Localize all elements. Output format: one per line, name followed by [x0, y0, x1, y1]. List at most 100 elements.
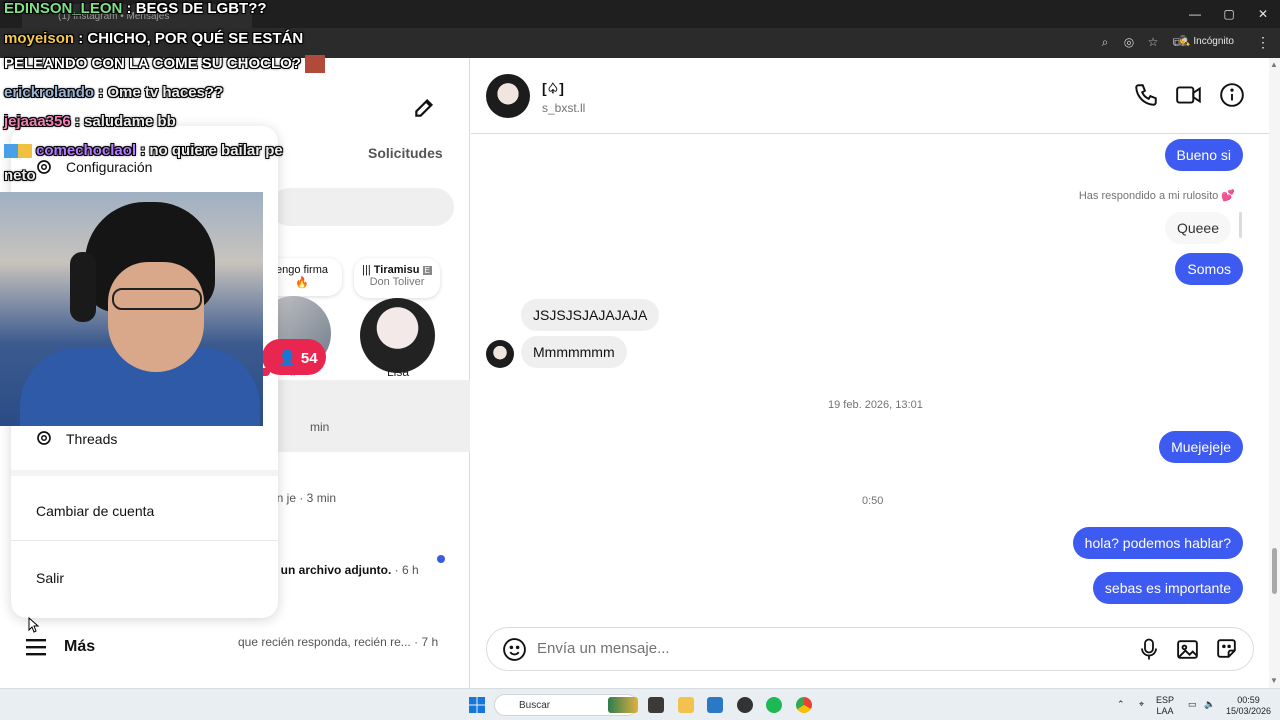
webcam-headset — [70, 252, 96, 322]
video-icon[interactable] — [1175, 82, 1203, 108]
viewer-count-badge: 👤 54 — [262, 339, 326, 375]
stream-chat-line: PELEANDO CON LA COME SU CHOCLO? — [4, 55, 326, 74]
taskbar: Buscar ⌃ ⌖ ESP LAA ▭ 🔈 00:59 15/03/2026 — [0, 688, 1280, 720]
more-button[interactable]: Más — [24, 636, 95, 658]
network-icon[interactable]: ▭ — [1188, 699, 1197, 710]
row-preview: que recién responda, recién re... — [238, 635, 411, 649]
file-explorer-icon[interactable] — [678, 697, 694, 713]
song-title: Tiramisu — [373, 264, 420, 276]
threads-icon — [37, 431, 51, 445]
message-bubble-reply[interactable]: Queee — [1164, 212, 1231, 244]
maximize-icon[interactable]: ▢ — [1212, 0, 1246, 28]
song-artist: Don Toliver — [369, 276, 425, 288]
scrollbar-thumb[interactable] — [1272, 548, 1277, 594]
settings-gear-icon — [37, 160, 51, 174]
viewer-count: 54 — [300, 350, 318, 367]
chat-username: moyeison — [4, 30, 75, 47]
menu-divider — [11, 470, 278, 476]
eye-off-icon[interactable]: ◎ — [1122, 35, 1136, 50]
message-bubble-out[interactable]: Bueno si — [1164, 139, 1243, 171]
volume-icon[interactable]: 🔈 — [1204, 699, 1215, 710]
compose-icon[interactable] — [412, 94, 438, 120]
conversation-row[interactable]: que recién responda, recién re... · 7 h — [238, 635, 438, 649]
chat-username: EDINSON_LEON — [4, 0, 123, 17]
spotify-icon[interactable] — [766, 697, 782, 713]
browser-menu-icon[interactable]: ⋮ — [1256, 34, 1270, 51]
scrollbar[interactable]: ▲ ▼ — [1269, 58, 1280, 688]
info-icon[interactable] — [1219, 82, 1245, 108]
menu-item-settings[interactable]: Configuración — [66, 159, 152, 175]
crown-icon — [18, 144, 32, 159]
scroll-down-icon[interactable]: ▼ — [1270, 676, 1278, 685]
message-bubble-out[interactable]: sebas es importante — [1092, 572, 1243, 604]
note-emoji: 🔥 — [295, 277, 309, 289]
phone-icon[interactable] — [1133, 82, 1159, 108]
task-view-icon[interactable] — [648, 697, 664, 713]
reply-meta: Has respondido a mi rulosito 💕 — [1078, 190, 1235, 202]
user-icon: 👤 — [278, 350, 297, 367]
clock-date: 15/03/2026 — [1226, 706, 1272, 716]
row-preview: o un archivo adjunto. — [270, 563, 392, 577]
weather-widget-icon[interactable] — [608, 697, 638, 713]
language-indicator[interactable]: ESP LAA — [1156, 695, 1174, 717]
conversation-row-selected[interactable]: min — [270, 380, 470, 452]
incognito-badge[interactable]: 🕵 Incógnito — [1172, 33, 1240, 50]
menu-item-logout[interactable]: Salir — [36, 570, 64, 586]
chat-message: neto — [4, 167, 36, 184]
message-input[interactable] — [537, 640, 1097, 657]
menu-item-threads[interactable]: Threads — [66, 431, 117, 447]
windows-start-icon[interactable] — [469, 697, 485, 713]
conversation-row[interactable]: án je · 3 min — [270, 491, 336, 505]
menu-divider — [11, 540, 278, 541]
avatar[interactable] — [486, 340, 514, 368]
message-bubble-in[interactable]: JSJSJSJAJAJAJA — [521, 299, 660, 331]
chat-message: : no quiere bailar pe — [140, 142, 283, 159]
stream-chat-line: EDINSON_LEON : BEGS DE LGBT?? — [4, 0, 267, 17]
incognito-label: Incógnito — [1193, 36, 1234, 47]
emoji-icon[interactable] — [502, 637, 527, 662]
chat-username: comechoclaol — [36, 142, 137, 159]
close-icon[interactable]: ✕ — [1246, 0, 1280, 28]
chrome-icon[interactable] — [796, 697, 812, 713]
search-input[interactable] — [270, 188, 454, 226]
chevron-up-icon[interactable]: ⌃ — [1117, 699, 1125, 710]
chat-message: : Ome tv haces?? — [98, 84, 224, 101]
chat-username: jejaaa356 — [4, 113, 71, 130]
stream-chat-line: comechoclaol : no quiere bailar pe — [4, 142, 283, 159]
time-separator: 0:50 — [862, 495, 884, 507]
sticker-icon[interactable] — [1214, 637, 1239, 662]
message-bubble-out[interactable]: Somos — [1175, 253, 1243, 285]
story-avatar[interactable] — [360, 298, 435, 373]
reply-bar — [1239, 212, 1242, 238]
keyboard-layout: LAA — [1156, 706, 1174, 716]
tab-requests[interactable]: Solicitudes — [368, 145, 443, 161]
message-bubble-out[interactable]: Muejejeje — [1159, 431, 1243, 463]
conversation-row[interactable]: o un archivo adjunto. · 6 h — [270, 563, 419, 577]
avatar[interactable] — [486, 74, 530, 118]
emote-icon — [305, 55, 326, 74]
row-preview: án je · 3 min — [270, 491, 337, 505]
minimize-icon[interactable]: — — [1178, 0, 1212, 28]
menu-item-switch-account[interactable]: Cambiar de cuenta — [36, 503, 154, 519]
explicit-icon: E — [422, 266, 432, 275]
microphone-icon[interactable] — [1137, 637, 1161, 662]
row-preview: min — [310, 420, 330, 434]
obs-icon[interactable] — [737, 697, 753, 713]
scroll-up-icon[interactable]: ▲ — [1270, 60, 1278, 69]
webcam-glasses — [112, 288, 202, 310]
star-icon[interactable]: ☆ — [1146, 35, 1160, 50]
conversation-name[interactable]: [♤] — [542, 80, 564, 97]
system-clock[interactable]: 00:59 15/03/2026 — [1226, 695, 1271, 717]
music-note-bubble[interactable]: ||| Tiramisu E Don Toliver — [354, 258, 440, 298]
chat-message: PELEANDO CON LA COME SU CHOCLO? — [4, 55, 301, 72]
message-bubble-in[interactable]: Mmmmmmm — [521, 336, 627, 368]
zoom-icon[interactable]: ⌕ — [1098, 35, 1112, 50]
taskbar-search-label: Buscar — [519, 700, 551, 711]
clock-time: 00:59 — [1237, 695, 1260, 705]
row-time: · 6 h — [391, 563, 419, 577]
message-bubble-out[interactable]: hola? podemos hablar? — [1072, 527, 1243, 559]
image-icon[interactable] — [1175, 637, 1200, 662]
store-icon[interactable] — [707, 697, 723, 713]
date-separator: 19 feb. 2026, 13:01 — [828, 399, 923, 411]
conversation-username: s_bxst.ll — [542, 101, 586, 115]
